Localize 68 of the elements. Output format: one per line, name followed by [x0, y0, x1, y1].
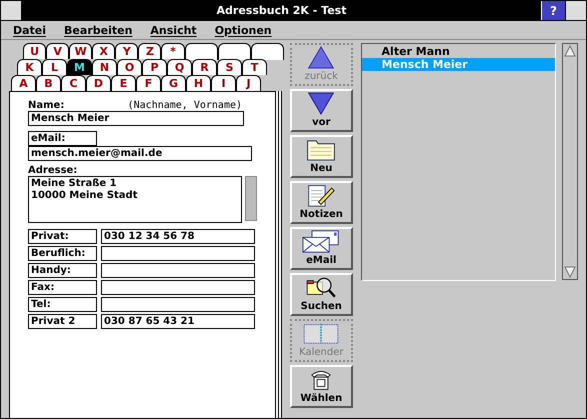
letter-tab[interactable]: S	[217, 59, 242, 75]
toolbar-button[interactable]: Suchen	[290, 273, 353, 316]
phone-field[interactable]: 030 87 65 43 21	[101, 314, 255, 329]
letter-tab[interactable]: B	[36, 75, 61, 91]
letter-tab[interactable]: F	[136, 75, 161, 91]
field-label: Tel:	[28, 297, 97, 312]
letter-tab[interactable]: V	[46, 43, 70, 59]
name-field[interactable]: Mensch Meier	[28, 111, 244, 126]
menu-item[interactable]: Bearbeiten	[64, 23, 132, 37]
menu-item[interactable]: Datei	[13, 23, 46, 37]
letter-tab[interactable]: G	[161, 75, 186, 91]
scroll-up-icon[interactable]	[563, 44, 577, 58]
menu-item[interactable]: Ansicht	[150, 23, 197, 37]
system-menu-box[interactable]	[1, 1, 22, 20]
toolbar-button[interactable]: eMail	[290, 227, 353, 270]
phone-field[interactable]	[101, 246, 255, 261]
letter-tab[interactable]: L	[42, 59, 67, 75]
phone-field[interactable]	[101, 263, 255, 278]
email-field[interactable]: mensch.meier@mail.de	[28, 146, 252, 161]
letter-tab[interactable]: J	[236, 75, 261, 91]
letter-tab[interactable]: C	[61, 75, 86, 91]
letter-tab[interactable]: M	[67, 59, 92, 75]
letter-tab[interactable]: O	[117, 59, 142, 75]
phone-field[interactable]: 030 12 34 56 78	[101, 229, 255, 244]
field-label: Fax:	[28, 280, 97, 295]
letter-tab[interactable]: E	[111, 75, 136, 91]
letter-tab[interactable]: A	[11, 75, 36, 91]
field-label: Adresse:	[28, 165, 78, 176]
contact-item[interactable]: Alter Mann	[362, 45, 555, 58]
field-label: Privat 2	[28, 314, 97, 329]
letter-tab[interactable]: H	[186, 75, 211, 91]
letter-tab[interactable]: P	[142, 59, 167, 75]
window-title: Adressbuch 2K - Test	[22, 1, 541, 20]
toolbar-button[interactable]: Wählen	[290, 365, 353, 408]
letter-tab[interactable]: T	[242, 59, 267, 75]
field-label: Privat:	[28, 229, 97, 244]
hint-text: (Nachname, Vorname)	[128, 100, 242, 111]
toolbar-button[interactable]: vor	[290, 89, 353, 132]
letter-tab[interactable]: Y	[115, 43, 138, 59]
letter-tab[interactable]: N	[92, 59, 117, 75]
letter-tab[interactable]: *	[161, 43, 185, 59]
field-label: Beruflich:	[28, 246, 97, 261]
phone-field[interactable]	[101, 280, 255, 295]
field-label: eMail:	[28, 131, 97, 146]
letter-tab[interactable]: Q	[167, 59, 192, 75]
up-arrow-icon	[306, 46, 336, 69]
letter-tab[interactable]: W	[69, 43, 92, 59]
letter-tab[interactable]: D	[86, 75, 111, 91]
toolbar-button[interactable]: Notizen	[290, 181, 353, 224]
help-button[interactable]: ?	[541, 1, 565, 20]
letter-tab[interactable]: U	[23, 43, 46, 59]
field-label: Handy:	[28, 263, 97, 278]
toolbar-button[interactable]: Neu	[290, 135, 353, 178]
maximize-box[interactable]	[565, 1, 586, 20]
down-arrow-icon	[306, 92, 336, 115]
letter-tab[interactable]: Z	[138, 43, 162, 59]
menu-item[interactable]: Optionen	[214, 23, 272, 37]
letter-tab[interactable]: K	[17, 59, 42, 75]
letter-tab[interactable]: R	[192, 59, 217, 75]
address-field[interactable]: Meine Straße 1 10000 Meine Stadt	[28, 176, 242, 223]
phone-field[interactable]	[101, 297, 255, 312]
scroll-down-icon[interactable]	[563, 265, 577, 279]
scrollbar[interactable]	[244, 176, 257, 221]
letter-tab[interactable]: I	[211, 75, 236, 91]
scrollbar[interactable]	[562, 43, 578, 280]
folder-icon	[306, 138, 336, 161]
letter-tab[interactable]: X	[92, 43, 116, 59]
field-label: Name:	[28, 100, 64, 111]
